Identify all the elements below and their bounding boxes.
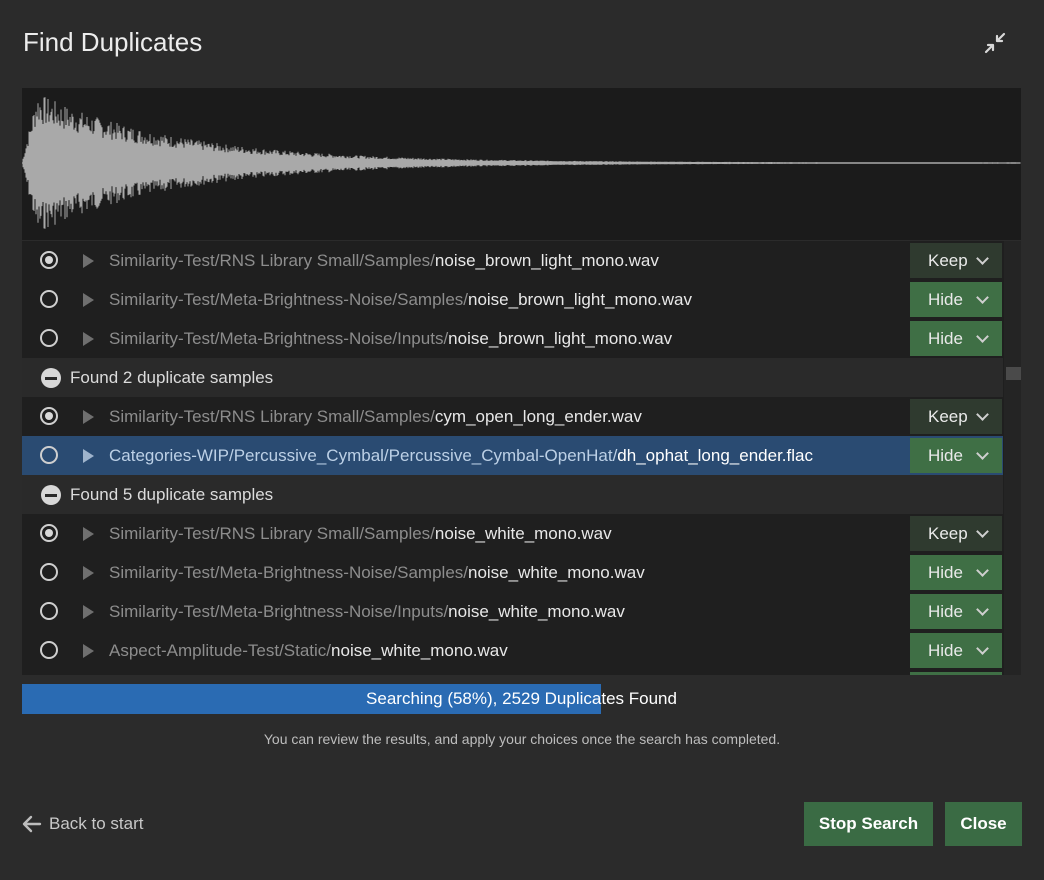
file-path: Categories-WIP/Percussive_Cymbal/Percuss… — [109, 446, 813, 465]
expand-triangle-icon[interactable] — [83, 449, 94, 463]
chevron-down-icon — [976, 564, 989, 577]
duplicates-list[interactable]: Similarity-Test/RNS Library Small/Sample… — [22, 241, 1021, 675]
list-item[interactable]: Aspect-Amplitude-Test/Static/noise_white… — [22, 631, 1003, 670]
expand-triangle-icon[interactable] — [83, 566, 94, 580]
expand-triangle-icon[interactable] — [83, 254, 94, 268]
arrow-left-icon — [22, 815, 42, 833]
expand-triangle-icon[interactable] — [83, 527, 94, 541]
expand-triangle-icon[interactable] — [83, 332, 94, 346]
action-dropdown[interactable]: Hide — [910, 594, 1002, 629]
expand-triangle-icon[interactable] — [83, 293, 94, 307]
file-path: Similarity-Test/Meta-Brightness-Noise/Sa… — [109, 290, 692, 309]
close-button[interactable]: Close — [945, 802, 1022, 846]
group-header[interactable]: Found 2 duplicate samples — [22, 358, 1003, 397]
expand-triangle-icon[interactable] — [83, 605, 94, 619]
chevron-down-icon — [976, 291, 989, 304]
collapse-group-icon[interactable] — [41, 485, 61, 505]
stop-search-button[interactable]: Stop Search — [804, 802, 933, 846]
list-item[interactable]: Similarity-Test/Meta-Brightness-Noise/Sa… — [22, 553, 1003, 592]
chevron-down-icon — [976, 252, 989, 265]
list-item-partial[interactable] — [22, 670, 1003, 675]
list-item[interactable]: Similarity-Test/Meta-Brightness-Noise/In… — [22, 592, 1003, 631]
keep-radio[interactable] — [40, 563, 58, 581]
keep-radio[interactable] — [40, 641, 58, 659]
keep-radio[interactable] — [40, 251, 58, 269]
file-path: Similarity-Test/Meta-Brightness-Noise/In… — [109, 329, 673, 348]
list-item[interactable]: Similarity-Test/RNS Library Small/Sample… — [22, 241, 1003, 280]
waveform-graphic — [22, 97, 1021, 229]
progress-text: Searching (58%), 2529 Duplicates Found — [366, 689, 677, 708]
dialog-title: Find Duplicates — [23, 27, 203, 57]
collapse-arrows-icon — [984, 32, 1006, 54]
chevron-down-icon — [976, 330, 989, 343]
chevron-down-icon — [976, 408, 989, 421]
chevron-down-icon — [976, 447, 989, 460]
search-progress-bar: Searching (58%), 2529 Duplicates Found — [22, 684, 1021, 714]
action-dropdown[interactable]: Hide — [910, 633, 1002, 668]
action-dropdown[interactable]: Hide — [910, 321, 1002, 356]
list-item[interactable]: Similarity-Test/RNS Library Small/Sample… — [22, 397, 1003, 436]
expand-triangle-icon[interactable] — [83, 644, 94, 658]
keep-radio[interactable] — [40, 290, 58, 308]
file-path: Similarity-Test/RNS Library Small/Sample… — [109, 407, 642, 426]
chevron-down-icon — [976, 603, 989, 616]
group-header[interactable]: Found 5 duplicate samples — [22, 475, 1003, 514]
scrollbar-thumb[interactable] — [1006, 367, 1021, 380]
hint-text: You can review the results, and apply yo… — [263, 731, 781, 747]
action-dropdown[interactable]: Keep — [910, 243, 1002, 278]
collapse-button[interactable] — [980, 28, 1010, 58]
list-scrollbar[interactable] — [1004, 241, 1021, 675]
chevron-down-icon — [976, 525, 989, 538]
file-path: Similarity-Test/RNS Library Small/Sample… — [109, 251, 659, 270]
keep-radio[interactable] — [40, 329, 58, 347]
collapse-group-icon[interactable] — [41, 368, 61, 388]
chevron-down-icon — [976, 642, 989, 655]
file-path: Similarity-Test/Meta-Brightness-Noise/Sa… — [109, 563, 645, 582]
list-item[interactable]: Similarity-Test/Meta-Brightness-Noise/In… — [22, 319, 1003, 358]
expand-triangle-icon[interactable] — [83, 410, 94, 424]
keep-radio[interactable] — [40, 524, 58, 542]
list-item[interactable]: Similarity-Test/Meta-Brightness-Noise/Sa… — [22, 280, 1003, 319]
action-dropdown[interactable]: Keep — [910, 516, 1002, 551]
action-dropdown[interactable]: Hide — [910, 282, 1002, 317]
action-dropdown[interactable]: Hide — [910, 438, 1002, 473]
waveform-display[interactable] — [22, 88, 1021, 240]
list-item-selected[interactable]: Categories-WIP/Percussive_Cymbal/Percuss… — [22, 436, 1003, 475]
keep-radio[interactable] — [40, 446, 58, 464]
waveform-path — [22, 97, 1021, 229]
file-path: Similarity-Test/RNS Library Small/Sample… — [109, 524, 612, 543]
action-dropdown[interactable]: Keep — [910, 399, 1002, 434]
keep-radio[interactable] — [40, 602, 58, 620]
action-dropdown[interactable] — [910, 672, 1002, 675]
list-item[interactable]: Similarity-Test/RNS Library Small/Sample… — [22, 514, 1003, 553]
keep-radio[interactable] — [40, 407, 58, 425]
action-dropdown[interactable]: Hide — [910, 555, 1002, 590]
file-path: Aspect-Amplitude-Test/Static/noise_white… — [109, 641, 508, 660]
file-path: Similarity-Test/Meta-Brightness-Noise/In… — [109, 602, 625, 621]
